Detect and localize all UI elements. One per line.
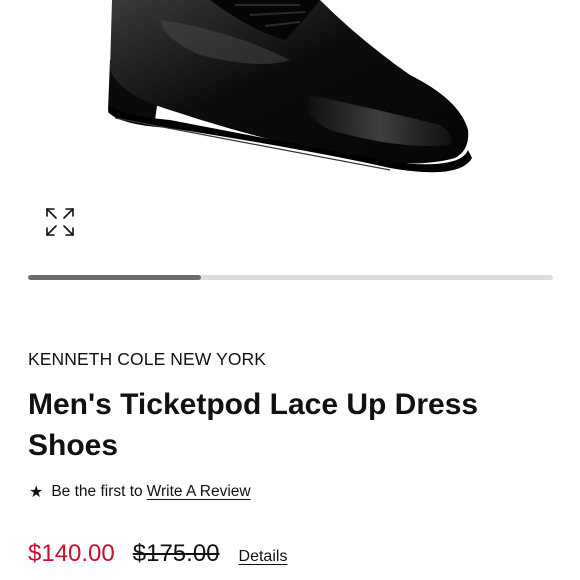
sale-price: $140.00 bbox=[28, 540, 115, 567]
review-prompt: Be the first to bbox=[51, 483, 143, 500]
expand-icon[interactable] bbox=[44, 206, 76, 238]
image-carousel-progress bbox=[28, 275, 553, 280]
original-price: $175.00 bbox=[132, 540, 220, 567]
image-carousel-progress-fill bbox=[28, 275, 202, 280]
write-review-link[interactable]: Write A Review bbox=[147, 483, 251, 501]
review-row: ★ Be the first to Write A Review bbox=[29, 482, 251, 502]
price-details-link[interactable]: Details bbox=[239, 548, 288, 566]
price-row: $140.00 $175.00 Details bbox=[28, 540, 287, 568]
product-title: Men's Ticketpod Lace Up Dress Shoes bbox=[28, 388, 479, 462]
brand-name[interactable]: KENNETH COLE NEW YORK bbox=[28, 349, 266, 370]
product-image[interactable] bbox=[60, 0, 500, 195]
star-icon: ★ bbox=[29, 484, 44, 501]
